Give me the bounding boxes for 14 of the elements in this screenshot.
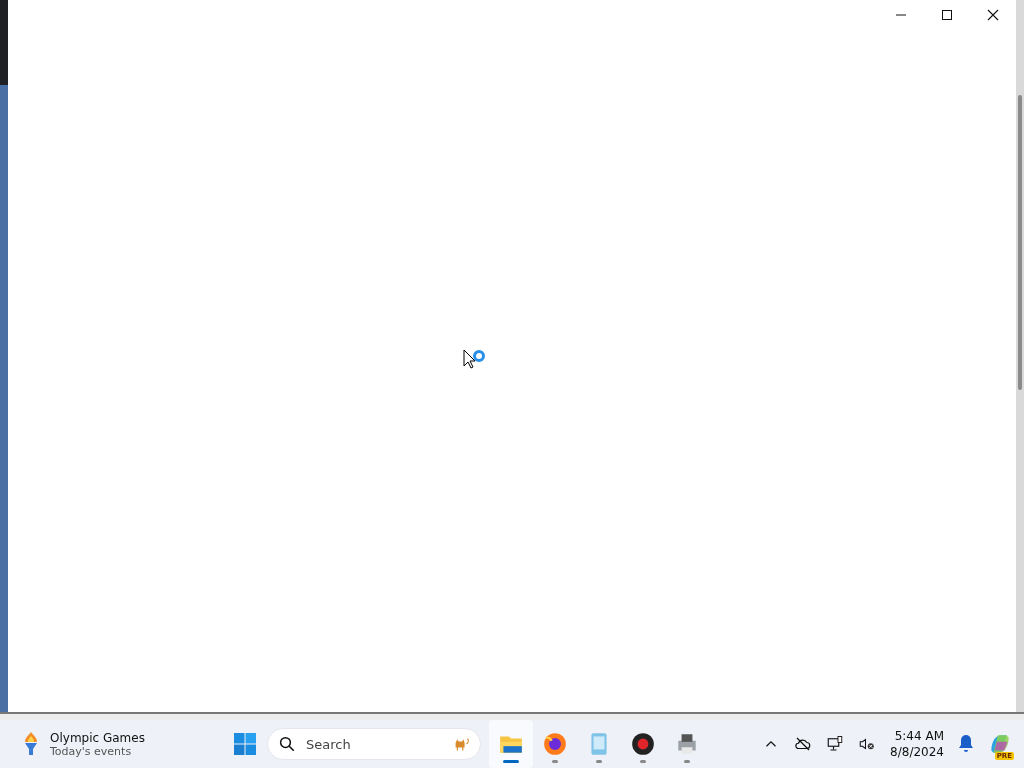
search-icon (278, 735, 296, 753)
search-field[interactable]: Search (267, 728, 481, 760)
close-icon (987, 9, 999, 21)
monitor-icon (826, 735, 845, 753)
search-input[interactable]: Search (304, 735, 428, 753)
browser-icon (542, 731, 568, 757)
cloud-off-icon (794, 735, 813, 753)
scrollbar-thumb[interactable] (1018, 95, 1022, 390)
clock[interactable]: 5:44 AM 8/8/2024 (886, 728, 948, 760)
maximize-icon (941, 9, 953, 21)
four-squares-icon (233, 732, 257, 756)
record-icon (630, 731, 656, 757)
widget-subtitle[interactable]: Today's events (50, 744, 145, 758)
widget-title[interactable]: Olympic Games (50, 730, 145, 745)
